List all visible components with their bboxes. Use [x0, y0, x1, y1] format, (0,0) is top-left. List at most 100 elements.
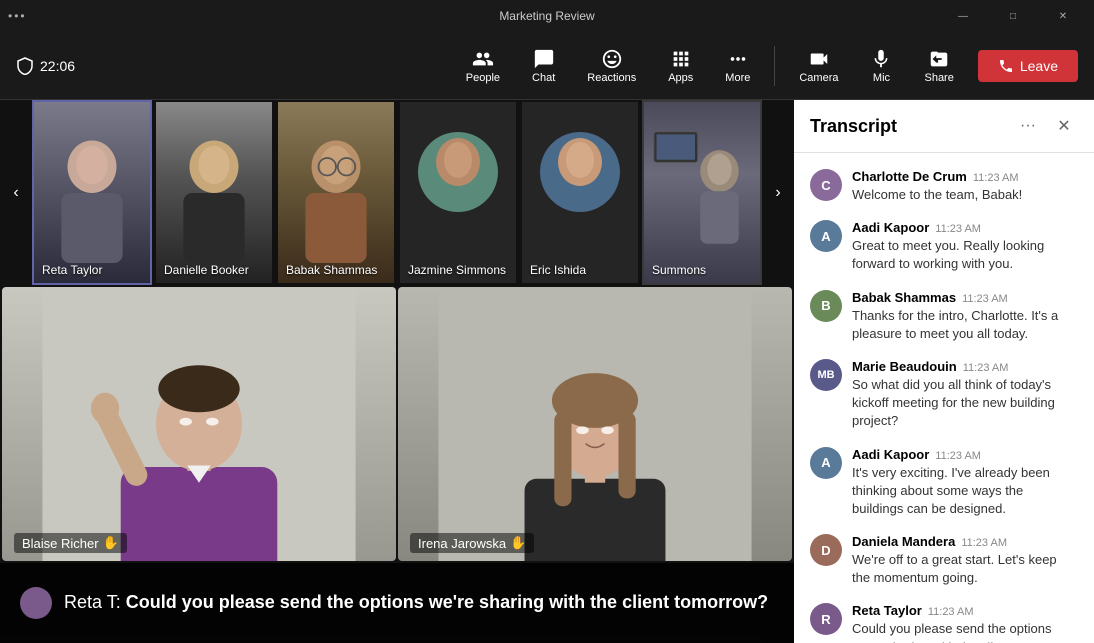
more-label: More — [725, 72, 750, 84]
transcript-panel: Transcript ··· ✕ C Charlotte De Crum 11:… — [794, 100, 1094, 643]
transcript-close-button[interactable]: ✕ — [1050, 112, 1078, 140]
message-content: Aadi Kapoor 11:23 AM It's very exciting.… — [852, 447, 1078, 519]
transcript-title: Transcript — [810, 116, 1014, 137]
eric-avatar — [522, 102, 638, 283]
reactions-icon — [601, 48, 623, 70]
minimize-button[interactable]: — — [940, 0, 986, 32]
hand-raise-icon-blaise: ✋ — [103, 535, 119, 551]
camera-button[interactable]: Camera — [787, 42, 850, 90]
meeting-time: 22:06 — [16, 57, 75, 75]
more-button[interactable]: More — [713, 42, 762, 90]
irena-name: Irena Jarowska — [418, 536, 506, 551]
caption-speaker-name: Reta T: — [64, 592, 121, 612]
irena-name-tag: Irena Jarowska ✋ — [410, 533, 534, 553]
reta-silhouette — [34, 123, 150, 263]
jazmine-face — [418, 132, 498, 212]
hand-raise-icon-irena: ✋ — [510, 535, 526, 551]
main-videos-container: Blaise Richer ✋ — [0, 285, 794, 563]
maximize-button[interactable]: □ — [990, 0, 1036, 32]
thumbnail-reta[interactable]: Reta Taylor — [32, 100, 152, 285]
mic-icon — [870, 48, 892, 70]
thumbnail-jazmine[interactable]: Jazmine Simmons — [398, 100, 518, 285]
thumbnail-danielle[interactable]: Danielle Booker — [154, 100, 274, 285]
people-icon — [472, 48, 494, 70]
leave-button[interactable]: Leave — [978, 50, 1078, 82]
blaise-name: Blaise Richer — [22, 536, 99, 551]
message-time: 11:23 AM — [973, 172, 1019, 184]
reta-label: Reta Taylor — [42, 263, 102, 277]
video-tile-blaise: Blaise Richer ✋ — [2, 287, 396, 561]
message-header: Daniela Mandera 11:23 AM — [852, 534, 1078, 549]
video-tile-irena: Irena Jarowska ✋ — [398, 287, 792, 561]
title-bar: ••• Marketing Review — □ ✕ — [0, 0, 1094, 32]
eric-face — [540, 132, 620, 212]
reactions-button[interactable]: Reactions — [575, 42, 648, 90]
message-time: 11:23 AM — [935, 223, 981, 235]
prev-arrow[interactable]: ‹ — [0, 100, 32, 285]
message-avatar: D — [810, 534, 842, 566]
chat-icon — [533, 48, 555, 70]
thumbnail-eric[interactable]: Eric Ishida — [520, 100, 640, 285]
thumbnail-summons[interactable]: Summons — [642, 100, 762, 285]
people-button[interactable]: People — [454, 42, 512, 90]
transcript-message: D Daniela Mandera 11:23 AM We're off to … — [794, 526, 1094, 595]
title-bar-title: Marketing Review — [499, 9, 594, 23]
message-content: Babak Shammas 11:23 AM Thanks for the in… — [852, 290, 1078, 343]
message-header: Charlotte De Crum 11:23 AM — [852, 169, 1078, 184]
thumbnails-container: Reta Taylor Danielle Booker — [32, 100, 762, 285]
message-text: So what did you all think of today's kic… — [852, 376, 1078, 431]
summons-silhouette — [644, 123, 760, 263]
blaise-name-tag: Blaise Richer ✋ — [14, 533, 127, 553]
message-avatar: A — [810, 447, 842, 479]
people-label: People — [466, 72, 500, 84]
time-display: 22:06 — [40, 58, 75, 74]
message-sender: Marie Beaudouin — [852, 359, 957, 374]
jazmine-avatar — [400, 102, 516, 283]
danielle-label: Danielle Booker — [164, 263, 249, 277]
transcript-message: A Aadi Kapoor 11:23 AM It's very excitin… — [794, 439, 1094, 527]
message-text: Thanks for the intro, Charlotte. It's a … — [852, 307, 1078, 343]
next-arrow[interactable]: › — [762, 100, 794, 285]
babak-label: Babak Shammas — [286, 263, 377, 277]
close-button[interactable]: ✕ — [1040, 0, 1086, 32]
chat-button[interactable]: Chat — [520, 42, 567, 90]
message-avatar: MB — [810, 359, 842, 391]
message-text: Welcome to the team, Babak! — [852, 186, 1078, 204]
leave-label: Leave — [1020, 58, 1058, 74]
irena-figure — [398, 287, 792, 561]
message-text: It's very exciting. I've already been th… — [852, 464, 1078, 519]
message-time: 11:23 AM — [963, 362, 1009, 374]
toolbar-divider — [774, 46, 775, 86]
message-content: Charlotte De Crum 11:23 AM Welcome to th… — [852, 169, 1078, 204]
share-icon — [928, 48, 950, 70]
mic-button[interactable]: Mic — [858, 42, 904, 90]
message-text: Could you please send the options we're … — [852, 620, 1078, 643]
message-time: 11:23 AM — [935, 450, 981, 462]
apps-icon — [670, 48, 692, 70]
danielle-silhouette — [156, 123, 272, 263]
message-avatar: B — [810, 290, 842, 322]
toolbar-actions: People Chat Reactions Apps More Camera — [454, 42, 966, 90]
message-header: Babak Shammas 11:23 AM — [852, 290, 1078, 305]
apps-button[interactable]: Apps — [656, 42, 705, 90]
mic-label: Mic — [873, 72, 890, 84]
transcript-message: A Aadi Kapoor 11:23 AM Great to meet you… — [794, 212, 1094, 281]
transcript-header: Transcript ··· ✕ — [794, 100, 1094, 153]
transcript-more-button[interactable]: ··· — [1014, 112, 1042, 140]
message-sender: Reta Taylor — [852, 603, 922, 618]
eric-label: Eric Ishida — [530, 263, 586, 277]
message-header: Marie Beaudouin 11:23 AM — [852, 359, 1078, 374]
transcript-message: B Babak Shammas 11:23 AM Thanks for the … — [794, 282, 1094, 351]
transcript-message: MB Marie Beaudouin 11:23 AM So what did … — [794, 351, 1094, 439]
camera-label: Camera — [799, 72, 838, 84]
message-time: 11:23 AM — [928, 606, 974, 618]
toolbar: 22:06 People Chat Reactions Apps More — [0, 32, 1094, 100]
message-time: 11:23 AM — [961, 537, 1007, 549]
share-button[interactable]: Share — [912, 42, 965, 90]
camera-icon — [808, 48, 830, 70]
shield-icon — [16, 57, 34, 75]
message-text: We're off to a great start. Let's keep t… — [852, 551, 1078, 587]
reactions-label: Reactions — [587, 72, 636, 84]
thumbnail-babak[interactable]: Babak Shammas — [276, 100, 396, 285]
blaise-figure — [2, 287, 396, 561]
